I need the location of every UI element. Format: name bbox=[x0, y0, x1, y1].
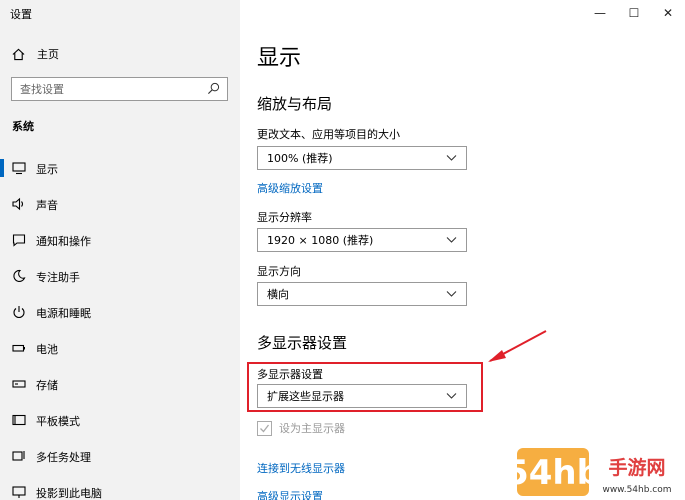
multitask-icon bbox=[12, 451, 25, 461]
sidebar-item-display[interactable]: 显示 bbox=[0, 150, 240, 186]
storage-icon bbox=[12, 380, 26, 388]
wireless-display-link[interactable]: 连接到无线显示器 bbox=[257, 460, 345, 476]
svg-text:54hb: 54hb bbox=[515, 453, 601, 493]
home-button[interactable]: 主页 bbox=[12, 46, 59, 62]
search-input[interactable]: 查找设置 bbox=[11, 77, 228, 101]
sidebar-item-label: 显示 bbox=[36, 163, 58, 176]
search-placeholder: 查找设置 bbox=[20, 83, 64, 96]
sidebar-item-focus-assist[interactable]: 专注助手 bbox=[0, 258, 240, 294]
sidebar-item-label: 电源和睡眠 bbox=[36, 307, 91, 320]
search-icon bbox=[207, 82, 220, 95]
sidebar-item-multitasking[interactable]: 多任务处理 bbox=[0, 438, 240, 474]
sidebar-item-storage[interactable]: 存储 bbox=[0, 366, 240, 402]
sidebar-item-power[interactable]: 电源和睡眠 bbox=[0, 294, 240, 330]
home-icon bbox=[12, 48, 25, 60]
speaker-icon bbox=[12, 197, 24, 211]
sidebar-item-label: 存储 bbox=[36, 379, 58, 392]
project-icon bbox=[12, 486, 26, 498]
tablet-icon bbox=[12, 414, 26, 426]
watermark-logo: 54hb 手游网 www.54hb.com bbox=[515, 448, 672, 496]
svg-text:www.54hb.com: www.54hb.com bbox=[602, 485, 671, 495]
primary-display-checkbox[interactable]: 设为主显示器 bbox=[257, 420, 345, 436]
notification-icon bbox=[12, 234, 26, 247]
moon-icon bbox=[13, 269, 26, 282]
sidebar-item-tablet-mode[interactable]: 平板模式 bbox=[0, 402, 240, 438]
svg-text:手游网: 手游网 bbox=[608, 456, 665, 479]
sidebar-item-notifications[interactable]: 通知和操作 bbox=[0, 222, 240, 258]
sidebar-item-label: 声音 bbox=[36, 199, 58, 212]
sidebar-item-label: 专注助手 bbox=[36, 271, 80, 284]
sidebar-item-battery[interactable]: 电池 bbox=[0, 330, 240, 366]
monitor-icon bbox=[12, 162, 26, 175]
window-title: 设置 bbox=[10, 8, 32, 21]
check-icon bbox=[260, 424, 270, 432]
power-icon bbox=[13, 306, 25, 319]
group-label-system: 系统 bbox=[12, 120, 34, 133]
battery-icon bbox=[12, 344, 25, 352]
main-panel: — ☐ ✕ 显示 缩放与布局 更改文本、应用等项目的大小 100% (推荐) 高… bbox=[240, 0, 685, 500]
sidebar-item-label: 通知和操作 bbox=[36, 235, 91, 248]
sidebar-item-sound[interactable]: 声音 bbox=[0, 186, 240, 222]
home-label: 主页 bbox=[37, 48, 59, 61]
sidebar-item-label: 电池 bbox=[36, 343, 58, 356]
sidebar-item-label: 平板模式 bbox=[36, 415, 80, 428]
primary-display-label: 设为主显示器 bbox=[279, 422, 345, 435]
sidebar-item-label: 投影到此电脑 bbox=[36, 487, 102, 500]
sidebar-item-label: 多任务处理 bbox=[36, 451, 91, 464]
advanced-display-link[interactable]: 高级显示设置 bbox=[257, 488, 323, 500]
checkbox-box[interactable] bbox=[257, 420, 272, 436]
sidebar: 设置 主页 查找设置 系统 显示 声音 通知和操作 专注助手 电源和睡眠 电池 bbox=[0, 0, 240, 500]
sidebar-item-project[interactable]: 投影到此电脑 bbox=[0, 474, 240, 500]
